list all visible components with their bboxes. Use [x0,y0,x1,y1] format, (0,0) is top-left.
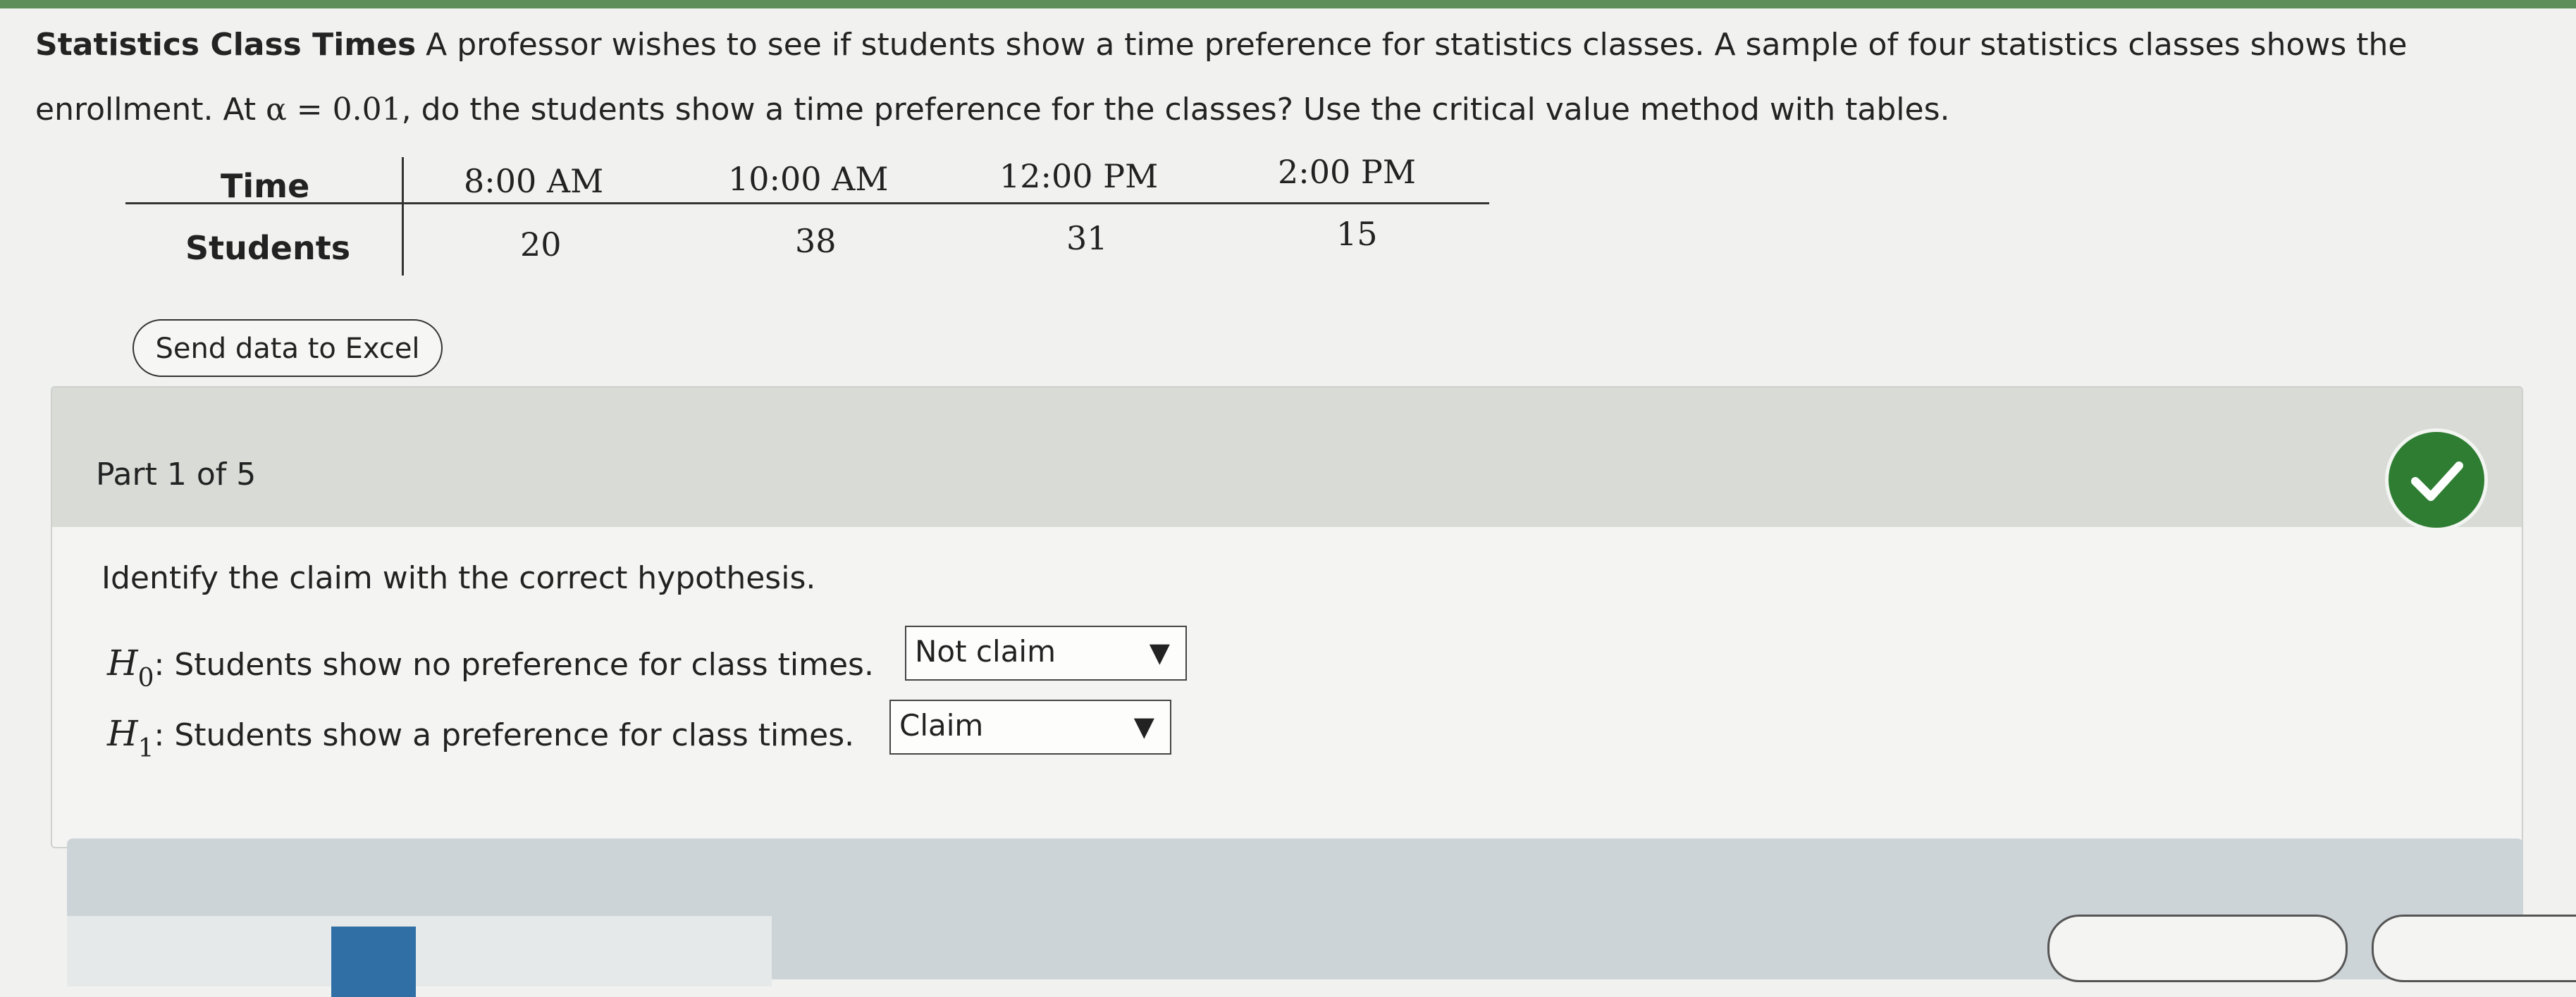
row-header-time: Time [221,167,310,205]
time-cell: 10:00 AM [728,160,889,198]
next-part-card [67,838,2576,997]
part-card: Part 1 of 5 Identify the claim with the … [51,386,2523,848]
table-horizontal-divider [125,202,1489,204]
time-cell: 12:00 PM [999,157,1159,195]
h1-claim-select[interactable]: Claim ▼ [889,700,1171,755]
problem-text-2: , do the students show a time preference… [401,92,1950,128]
students-cell: 15 [1336,215,1378,253]
dropdown-arrow-icon: ▼ [1133,711,1154,742]
dropdown-arrow-icon: ▼ [1149,637,1170,668]
h0-selected-value: Not claim [915,634,1056,669]
h0-symbol: H [107,643,138,683]
h1-symbol: H [107,713,138,754]
hypothesis-h0: H0: Students show no preference for clas… [107,643,874,693]
problem-title: Statistics Class Times [35,27,417,63]
top-accent-bar [0,0,2576,8]
part-title: Part 1 of 5 [96,457,257,493]
action-button[interactable] [2047,915,2348,982]
next-part-tab[interactable] [331,927,416,997]
students-cell: 31 [1066,219,1108,257]
problem-statement: Statistics Class Times A professor wishe… [35,13,2432,142]
data-table: Time Students 8:00 AM 10:00 AM 12:00 PM … [125,151,1489,278]
table-vertical-divider [402,157,404,275]
next-part-header [67,916,772,986]
question-text: Identify the claim with the correct hypo… [101,560,816,596]
h1-selected-value: Claim [899,708,984,743]
h1-subscript: 1 [137,734,154,763]
time-cell: 2:00 PM [1278,153,1416,191]
time-cell: 8:00 AM [464,162,604,200]
part-header: Part 1 of 5 [52,388,2522,531]
hypothesis-h1: H1: Students show a preference for class… [107,713,855,763]
h0-subscript: 0 [137,664,154,693]
h0-claim-select[interactable]: Not claim ▼ [905,626,1187,681]
row-header-students: Students [185,229,351,267]
h0-statement: : Students show no preference for class … [154,647,874,683]
alpha-expression: α = 0.01 [266,92,402,128]
action-button[interactable] [2372,915,2576,982]
send-to-excel-button[interactable]: Send data to Excel [133,319,443,377]
students-cell: 20 [520,225,562,264]
h1-statement: : Students show a preference for class t… [154,717,855,753]
students-cell: 38 [795,222,837,260]
correct-check-icon [2385,428,2488,531]
